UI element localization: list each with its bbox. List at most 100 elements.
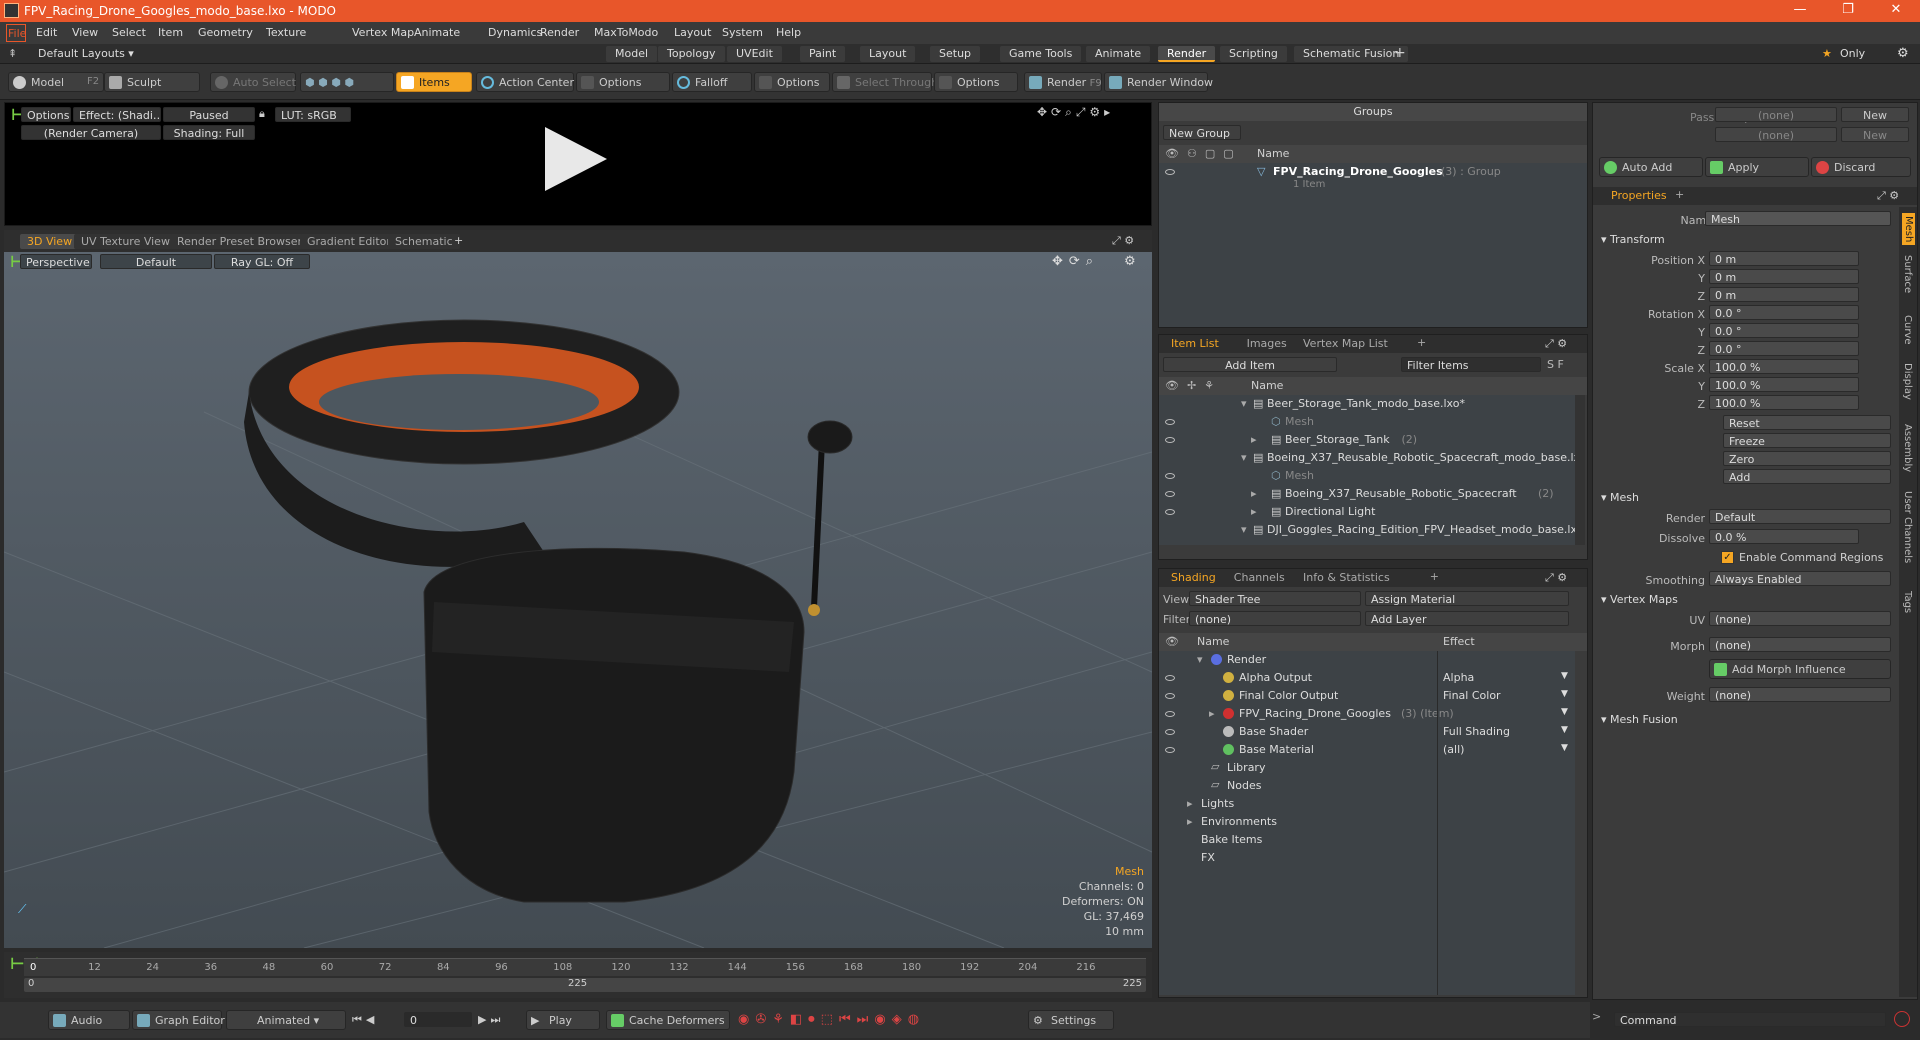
cache-deformers-button[interactable]: Cache Deformers <box>606 1010 730 1030</box>
lut-dropdown[interactable]: LUT: sRGB <box>275 107 351 122</box>
weight-map-dropdown[interactable]: (none) <box>1709 687 1891 702</box>
restore-icon[interactable]: ❐ <box>1828 2 1868 20</box>
only-toggle[interactable]: Only <box>1840 47 1865 60</box>
item-name-input[interactable]: Mesh <box>1705 211 1891 226</box>
transform-section[interactable]: ▾ Transform <box>1601 233 1665 246</box>
timeline-ruler[interactable]: 0 12 24 36 48 60 72 84 96 108 120 132 144 156 168 180 19… <box>24 958 1146 976</box>
model-button[interactable]: Model F2 <box>8 72 104 92</box>
shading-panel-controls[interactable]: ⤢ ⚙ <box>1545 571 1567 585</box>
menu-edit[interactable]: Edit <box>36 26 57 39</box>
expand-viewport-icon[interactable]: ⤢ ⚙ <box>1112 234 1134 248</box>
itemlist-tab-vertex-map-list[interactable]: Vertex Map List <box>1303 337 1388 350</box>
group-item-name[interactable]: FPV_Racing_Drone_Googles <box>1273 165 1443 178</box>
add-layout-tab-icon[interactable]: + <box>1394 45 1406 61</box>
shading-tab-info-statistics[interactable]: Info & Statistics <box>1303 571 1390 584</box>
shader-effect-dropdown[interactable]: (all) <box>1443 743 1464 756</box>
itemlist-panel-controls[interactable]: ⤢ ⚙ <box>1545 337 1567 351</box>
falloff-button[interactable]: Falloff <box>672 72 752 92</box>
visibility-eye-icon[interactable] <box>1165 675 1175 681</box>
rotation-y-input[interactable]: 0.0 ° <box>1709 323 1859 338</box>
shader-tree-row[interactable]: ▱ Nodes <box>1159 777 1575 795</box>
shader-filter-dropdown[interactable]: (none) <box>1189 611 1361 626</box>
shader-effect-dropdown[interactable]: Full Shading <box>1443 725 1510 738</box>
viewport-nav-controls[interactable]: ✥⟳⌕ <box>1052 254 1099 269</box>
mesh-fusion-section[interactable]: ▾ Mesh Fusion <box>1601 713 1678 726</box>
visibility-eye-icon[interactable] <box>1165 711 1175 717</box>
new-pass-group-button[interactable]: New <box>1841 107 1909 122</box>
selection-mode-group[interactable]: ⬢ ⬢ ⬢ ⬢ <box>300 72 394 92</box>
menu-dynamics[interactable]: Dynamics <box>488 26 542 39</box>
menu-vertex-map[interactable]: Vertex Map <box>352 26 414 39</box>
shader-tree-row[interactable]: Bake Items <box>1159 831 1575 849</box>
position-y-input[interactable]: 0 m <box>1709 269 1859 284</box>
menu-animate[interactable]: Animate <box>414 26 460 39</box>
freeze-dropdown[interactable]: Freeze <box>1723 433 1891 448</box>
item-list-row[interactable]: ⬡ Mesh <box>1159 413 1575 431</box>
transport-back-controls[interactable]: ⏮◀ <box>352 1013 378 1027</box>
reset-dropdown[interactable]: Reset <box>1723 415 1891 430</box>
command-record-icon[interactable] <box>1894 1011 1910 1027</box>
frame-input[interactable]: 0 <box>404 1012 472 1027</box>
layout-tab-scripting[interactable]: Scripting <box>1220 46 1287 62</box>
shader-tree-row[interactable]: ▸ FPV_Racing_Drone_Googles (3) (Item) ▼ <box>1159 705 1575 723</box>
transport-forward-controls[interactable]: ▶⏭ <box>478 1013 504 1027</box>
visibility-eye-icon[interactable] <box>1165 169 1175 175</box>
rotation-z-input[interactable]: 0.0 ° <box>1709 341 1859 356</box>
command-input[interactable]: Command <box>1614 1012 1886 1027</box>
render-shading-dropdown[interactable]: Shading: Full <box>163 125 255 140</box>
item-list-row[interactable]: ▸ ▤ Boeing_X37_Reusable_Robotic_Spacecraft… <box>1159 485 1575 503</box>
render-options-button[interactable]: Options <box>21 107 71 122</box>
layout-tab-game-tools[interactable]: Game Tools <box>1000 46 1082 62</box>
auto-add-button[interactable]: Auto Add <box>1599 157 1703 177</box>
morph-map-dropdown[interactable]: (none) <box>1709 637 1891 652</box>
visibility-eye-icon[interactable] <box>1165 419 1175 425</box>
filter-toggle-icons[interactable]: S F <box>1547 358 1564 371</box>
expand-arrow-icon[interactable]: ▾ <box>1241 397 1247 410</box>
raygl-toggle[interactable]: Ray GL: Off <box>214 254 310 269</box>
polygon-mode-icon[interactable]: ⬢ <box>331 76 341 89</box>
layout-preset-dropdown[interactable]: Default Layouts ▾ <box>38 47 134 60</box>
properties-tab[interactable]: Properties <box>1611 189 1667 202</box>
shader-tree-row[interactable]: Base Material (all) ▼ <box>1159 741 1575 759</box>
add-layer-dropdown[interactable]: Add Layer <box>1365 611 1569 626</box>
properties-expand-icon[interactable]: ⤢ ⚙ <box>1877 189 1899 203</box>
shader-tree-row[interactable]: Alpha Output Alpha ▼ <box>1159 669 1575 687</box>
shader-tree[interactable]: ▾ Render Alpha Output Alpha ▼ Final Color Out… <box>1159 651 1575 995</box>
auto-select-button[interactable]: Auto Select <box>210 72 296 92</box>
dissolve-input[interactable]: 0.0 % <box>1709 529 1859 544</box>
vertex-maps-section[interactable]: ▾ Vertex Maps <box>1601 593 1678 606</box>
viewport-tab-3d-view[interactable]: 3D View <box>20 234 80 249</box>
play-button[interactable]: ▶ Play <box>526 1010 600 1030</box>
expand-arrow-icon[interactable]: ▸ <box>1187 797 1193 810</box>
minimize-icon[interactable]: — <box>1780 2 1820 20</box>
viewport-style-dropdown[interactable]: Default <box>100 254 212 269</box>
shader-tree-row[interactable]: ▸ Lights <box>1159 795 1575 813</box>
menu-file[interactable]: File <box>6 24 26 42</box>
side-tab-user-channels[interactable]: User Channels <box>1902 491 1913 563</box>
enable-command-regions-checkbox[interactable]: ✓ <box>1721 551 1734 564</box>
select-options-button[interactable]: Options <box>934 72 1018 92</box>
add-viewport-tab-icon[interactable]: + <box>454 234 463 247</box>
layout-tab-schematic-fusion[interactable]: Schematic Fusion <box>1294 46 1409 62</box>
layout-tab-animate[interactable]: Animate <box>1086 46 1151 62</box>
perspective-dropdown[interactable]: Perspective <box>20 254 92 269</box>
menu-maxtomodo[interactable]: MaxToModo <box>594 26 658 39</box>
item-list-row[interactable]: ▾ ▤ Beer_Storage_Tank_modo_base.lxo* <box>1159 395 1575 413</box>
shading-tab-channels[interactable]: Channels <box>1234 571 1285 584</box>
chevron-down-icon[interactable]: ▼ <box>1561 689 1568 699</box>
play-render-icon[interactable] <box>545 127 607 191</box>
menu-view[interactable]: View <box>72 26 98 39</box>
timeline-range-bar[interactable]: 0 225 225 <box>24 978 1146 992</box>
shader-tree-row[interactable]: Final Color Output Final Color ▼ <box>1159 687 1575 705</box>
menu-layout[interactable]: Layout <box>674 26 711 39</box>
visibility-eye-icon[interactable] <box>1165 747 1175 753</box>
menu-geometry[interactable]: Geometry <box>198 26 253 39</box>
viewport-tab-render-preset-browser[interactable]: Render Preset Browser <box>170 234 310 249</box>
new-pass-button[interactable]: New <box>1841 127 1909 142</box>
mesh-render-dropdown[interactable]: Default <box>1709 509 1891 524</box>
layout-tab-setup[interactable]: Setup <box>930 46 981 62</box>
lock-icon[interactable]: 🔒︎ <box>259 107 265 121</box>
viewport-tab-gradient-editor[interactable]: Gradient Editor <box>300 234 398 249</box>
side-tab-tags[interactable]: Tags <box>1902 591 1913 613</box>
visibility-eye-icon[interactable] <box>1165 729 1175 735</box>
